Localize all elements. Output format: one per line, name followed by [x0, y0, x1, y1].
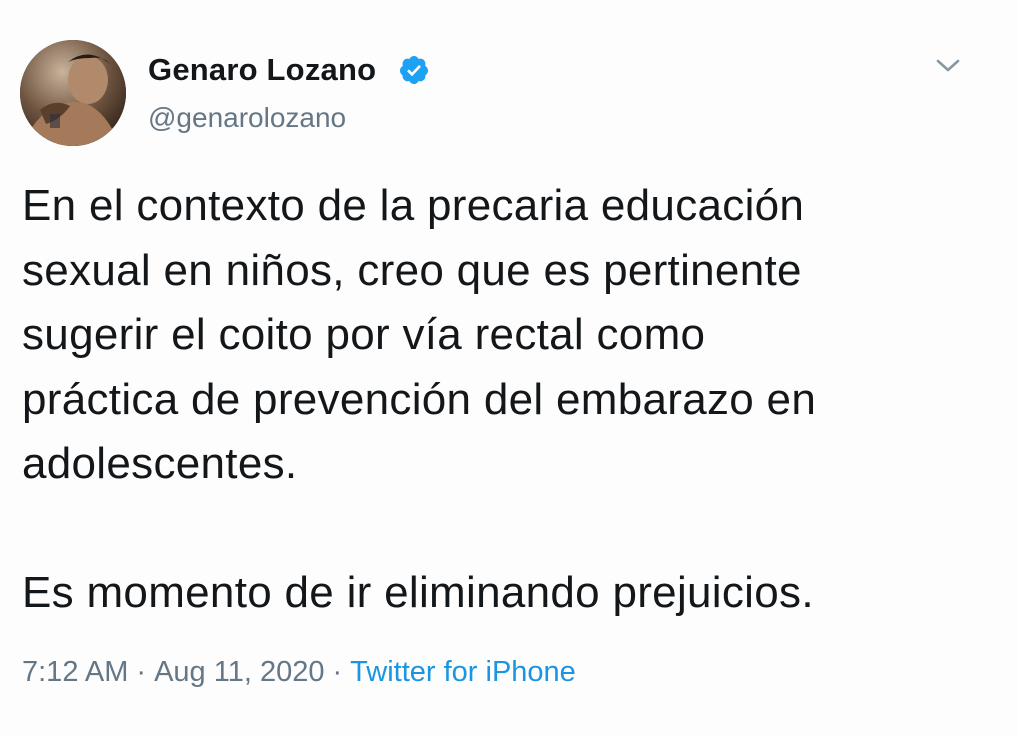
meta-separator: ·	[332, 656, 343, 688]
author-handle[interactable]: @genarolozano	[148, 102, 346, 134]
tweet-card: Genaro Lozano @genarolozano En el contex…	[0, 0, 1018, 736]
tweet-paragraph: Es momento de ir eliminando prejuicios.	[22, 567, 814, 617]
tweet-time[interactable]: 7:12 AM	[22, 656, 128, 688]
meta-separator: ·	[136, 656, 147, 688]
tweet-text: En el contexto de la precaria educación …	[22, 174, 1002, 625]
avatar[interactable]	[20, 40, 126, 146]
chevron-down-icon[interactable]	[928, 50, 968, 82]
tweet-paragraph: En el contexto de la precaria educación …	[22, 181, 817, 488]
author-name[interactable]: Genaro Lozano	[148, 52, 376, 88]
verified-badge-icon	[398, 54, 430, 86]
tweet-date[interactable]: Aug 11, 2020	[154, 656, 324, 688]
tweet-source-link[interactable]: Twitter for iPhone	[350, 656, 576, 688]
tweet-metadata: 7:12 AM · Aug 11, 2020 · Twitter for iPhone	[22, 656, 576, 689]
